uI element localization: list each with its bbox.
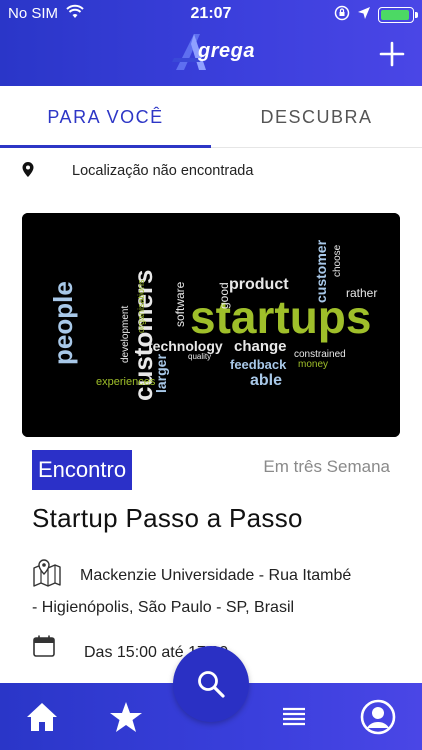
image-word: change xyxy=(234,338,287,355)
search-button[interactable] xyxy=(173,646,249,722)
image-word: larger xyxy=(153,354,169,393)
add-button[interactable] xyxy=(378,40,406,68)
event-title[interactable]: Startup Passo a Passo xyxy=(32,503,303,534)
profile-icon xyxy=(360,699,396,735)
image-word: development xyxy=(120,306,131,363)
map-icon xyxy=(32,558,62,593)
search-icon xyxy=(198,671,225,698)
image-word: product xyxy=(229,276,289,293)
nav-home[interactable] xyxy=(24,699,60,735)
home-icon xyxy=(27,703,57,731)
nav-menu[interactable] xyxy=(276,699,312,735)
active-tab-indicator xyxy=(0,145,211,148)
location-pin-icon xyxy=(22,162,34,183)
location-arrow-icon xyxy=(357,6,371,24)
calendar-icon xyxy=(32,634,56,663)
image-word: able xyxy=(250,372,282,389)
app-header: No SIM 21:07 grega xyxy=(0,0,422,86)
startups-word-cloud-image: startups customers people product techno… xyxy=(22,213,400,437)
image-word: good xyxy=(217,282,231,309)
nav-favorites[interactable] xyxy=(108,699,144,735)
image-word: experiences xyxy=(96,376,156,388)
image-word: software xyxy=(173,281,187,327)
image-word: people xyxy=(48,281,78,365)
status-bar: No SIM 21:07 xyxy=(0,0,422,28)
tab-para-voce[interactable]: PARA VOCÊ xyxy=(0,86,211,148)
event-type-badge: Encontro xyxy=(32,450,133,490)
image-word: rather xyxy=(346,286,377,300)
tab-descubra[interactable]: DESCUBRA xyxy=(211,86,422,148)
star-icon xyxy=(110,702,142,732)
app-logo-text: grega xyxy=(198,40,255,62)
nav-profile[interactable] xyxy=(360,699,396,735)
event-address-line2: - Higienópolis, São Paulo - SP, Brasil xyxy=(32,599,295,616)
location-row[interactable]: Localização não encontrada xyxy=(0,150,422,194)
image-word: customer xyxy=(313,239,329,303)
image-word: organisations xyxy=(136,279,146,333)
image-word: feedback xyxy=(230,357,287,372)
event-address-line1: Mackenzie Universidade - Rua Itambé xyxy=(80,567,352,584)
battery-icon xyxy=(378,7,418,23)
menu-icon xyxy=(283,707,305,726)
image-word: quality xyxy=(188,352,211,361)
location-status-text: Localização não encontrada xyxy=(72,163,254,179)
tab-bar: PARA VOCÊ DESCUBRA xyxy=(0,86,422,148)
orientation-lock-icon xyxy=(334,5,350,25)
image-word: technology xyxy=(148,338,223,354)
event-image[interactable]: startups customers people product techno… xyxy=(22,213,400,437)
image-word: choose xyxy=(332,244,343,277)
event-relative-date: Em três Semana xyxy=(263,457,390,476)
plus-icon xyxy=(379,41,405,67)
image-word: money xyxy=(298,359,328,370)
image-word: constrained xyxy=(294,349,346,360)
